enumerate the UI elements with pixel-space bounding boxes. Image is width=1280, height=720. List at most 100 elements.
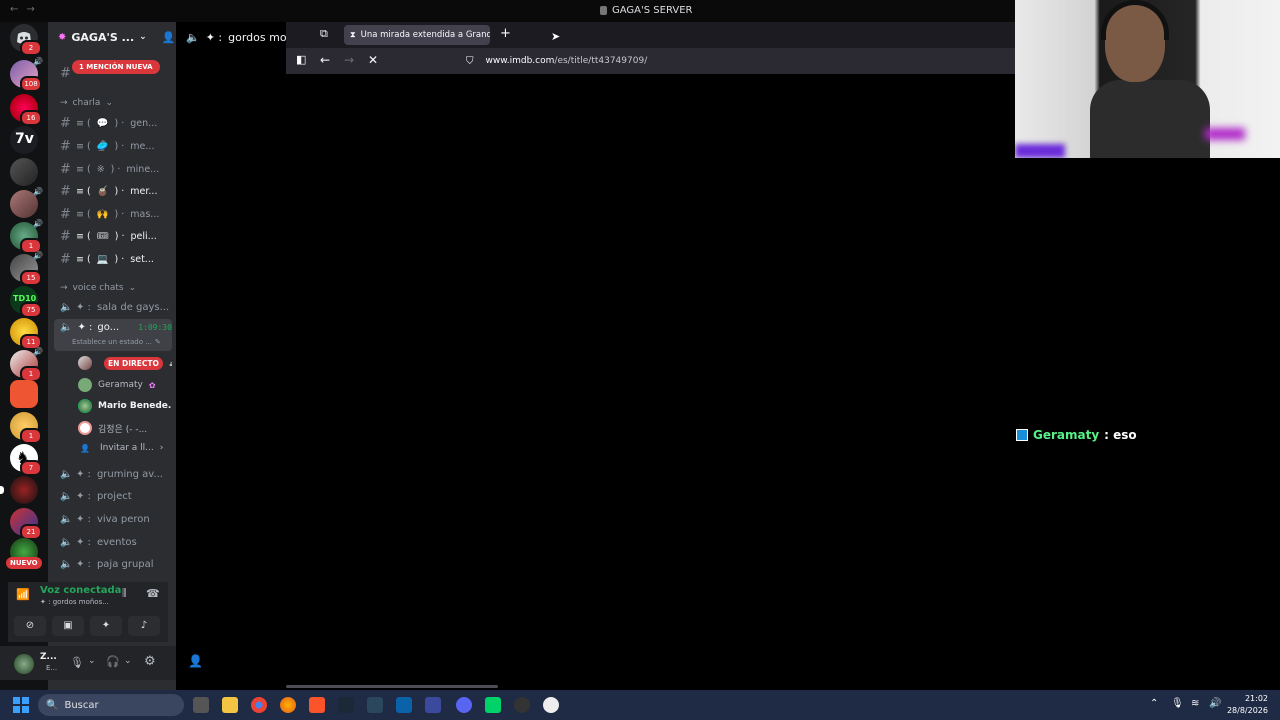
sidebar-toggle-icon[interactable]: ◧ — [296, 53, 306, 66]
server-icon[interactable]: 11 — [10, 318, 42, 350]
notification-badge: 1 — [20, 428, 42, 444]
microphone-icon[interactable]: 🎙 — [70, 656, 84, 669]
new-mention-pill[interactable]: 1 MENCIÓN NUEVA — [72, 60, 160, 74]
speaker-active-icon: 🔈 — [60, 322, 73, 333]
voice-channel-sub[interactable]: ✦ : gordos moños... — [40, 598, 109, 606]
volume-icon[interactable]: 🔊 — [1209, 698, 1221, 709]
voice-channel-sala[interactable]: 🔈 ✦ : sala de gays... — [60, 302, 170, 313]
invite-to-voice[interactable]: 👤 Invitar a ll... › — [80, 443, 174, 453]
voice-connected-panel: 📶 Voz conectada ✦ : gordos moños... ⫼ ☎ … — [8, 582, 168, 642]
chevron-icon: → — [60, 98, 68, 108]
server-icon[interactable]: 🔊 — [10, 187, 43, 218]
steam-icon[interactable] — [338, 697, 354, 713]
mouse-cursor-icon: ➤ — [551, 30, 561, 43]
channel-item-mas[interactable]: # ≡ (🙌) · mas... — [60, 207, 170, 222]
server-icon[interactable]: 21 — [10, 508, 42, 540]
tab-overview-icon[interactable]: ⧉ — [320, 27, 328, 41]
voice-member[interactable]: 김정은 (- -... — [78, 421, 172, 435]
username[interactable]: Z... — [40, 652, 57, 662]
server-icon[interactable] — [10, 158, 38, 186]
server-icon[interactable]: 7v — [10, 126, 38, 154]
voice-channel-viva-peron[interactable]: 🔈 ✦ : viva peron — [60, 514, 170, 525]
camera-off-button[interactable]: ⊘ — [14, 616, 46, 636]
server-header[interactable]: ✸ GAGA'S ... ⌄ 👤 — [48, 22, 176, 52]
screen-share-button[interactable]: ▣ — [52, 616, 84, 636]
voice-channel-eventos[interactable]: 🔈 ✦ : eventos — [60, 537, 170, 548]
server-icon[interactable]: 1 🔊 — [10, 347, 43, 382]
app-icon[interactable] — [485, 697, 501, 713]
server-icon[interactable]: TD10 75 — [10, 286, 42, 318]
noise-suppression-icon[interactable]: ⫼ — [122, 588, 127, 599]
voice-channel-project[interactable]: 🔈 ✦ : project — [60, 491, 170, 502]
hash-icon: # — [60, 229, 71, 244]
voice-member[interactable]: Mario Benede... — [78, 399, 172, 413]
voice-status[interactable]: Voz conectada — [40, 585, 121, 596]
headphones-icon[interactable]: 🎧 — [106, 655, 120, 668]
firefox-icon[interactable] — [280, 697, 296, 713]
taskbar-search[interactable]: 🔍 Buscar — [38, 694, 184, 716]
back-arrow-icon[interactable]: ← — [320, 53, 330, 67]
horizontal-scrollbar[interactable] — [286, 685, 498, 688]
forward-arrow-icon[interactable]: → — [344, 53, 354, 67]
voice-member[interactable]: Geramaty ✿ — [78, 378, 172, 392]
channel-item-peli[interactable]: # ≡ (🎟) · peli... — [60, 229, 170, 244]
voice-timer: 1:09:30 — [138, 323, 172, 332]
gear-icon[interactable]: ⚙ — [144, 654, 156, 669]
disconnect-icon[interactable]: ☎ — [146, 587, 160, 600]
server-icon[interactable]: 108 🔊 — [10, 57, 43, 92]
channel-item-mer[interactable]: # ≡ (🧉) · mer... — [60, 184, 170, 199]
server-icon[interactable] — [0, 476, 38, 504]
clock[interactable]: 21:02 28/8/2026 — [1227, 693, 1268, 717]
new-tab-icon[interactable]: + — [500, 26, 511, 41]
server-icon[interactable] — [10, 380, 38, 408]
add-user-icon[interactable]: 👤 — [188, 654, 203, 668]
chevron-down-icon[interactable]: ⌄ — [88, 656, 96, 666]
discord-home-icon[interactable]: 2 — [10, 24, 42, 56]
server-icon[interactable]: 15 🔊 — [10, 251, 43, 286]
seven-logo-icon: 7v — [15, 131, 34, 147]
server-icon[interactable]: ♞ 7 — [10, 444, 42, 476]
server-icon[interactable]: 16 — [10, 94, 42, 126]
person-body — [1090, 80, 1210, 158]
channel-item-me[interactable]: # ≡ (🥏) · me... — [60, 139, 170, 154]
soundboard-button[interactable]: ♪ — [128, 616, 160, 636]
chevron-down-icon[interactable]: ⌄ — [124, 656, 132, 666]
chrome-icon[interactable] — [251, 697, 267, 713]
voice-member[interactable]: EN DIRECTO ⏏ — [78, 356, 172, 370]
channel-item-gen[interactable]: # ≡ (💬) · gen... — [60, 116, 170, 131]
brave-icon[interactable] — [309, 697, 325, 713]
chevron-right-icon: › — [159, 443, 164, 453]
category-charla[interactable]: → charla ⌄ — [60, 98, 113, 108]
pencil-icon[interactable]: ✎ — [155, 338, 161, 346]
speaker-icon: 🔈 — [60, 469, 73, 480]
task-view-icon[interactable] — [193, 697, 209, 713]
server-icon[interactable]: 1 🔊 — [10, 219, 43, 254]
voice-channel-gruming[interactable]: 🔈 ✦ : gruming av... — [60, 469, 170, 480]
history-nav-icons[interactable]: ←→ — [10, 4, 43, 15]
app-icon[interactable] — [514, 697, 530, 713]
channel-item-set[interactable]: # ≡ (💻) · set... — [60, 252, 170, 267]
windows-start-icon[interactable] — [13, 697, 29, 713]
discord-icon[interactable] — [456, 697, 472, 713]
microphone-tray-icon[interactable]: 🎙 — [1171, 698, 1184, 709]
new-servers-pill[interactable]: NUEVO — [6, 557, 42, 569]
app-icon[interactable] — [425, 697, 441, 713]
channel-item-mine[interactable]: # ≡ (※) · mine... — [60, 162, 170, 177]
category-voice-chats[interactable]: → voice chats ⌄ — [60, 283, 136, 293]
user-avatar[interactable] — [14, 654, 34, 674]
app-icon[interactable] — [367, 697, 383, 713]
avatar — [78, 399, 92, 413]
add-member-icon[interactable]: 👤 — [162, 31, 176, 44]
chevron-up-icon[interactable]: ⌃ — [1150, 698, 1158, 709]
stop-loading-icon[interactable]: ✕ — [368, 53, 378, 67]
browser-tab[interactable]: ⧗ Una mirada extendida a Grand ✕ — [344, 25, 490, 45]
url-bar[interactable]: ⛉ www.imdb.com/es/title/tt43749709/ — [466, 52, 1006, 70]
voice-channel-paja-grupal[interactable]: 🔈 ✦ : paja grupal — [60, 559, 170, 570]
wifi-icon[interactable]: ≋ — [1191, 698, 1199, 709]
file-explorer-icon[interactable] — [222, 697, 238, 713]
server-icon[interactable]: 1 — [10, 412, 42, 444]
obs-icon[interactable] — [543, 697, 559, 713]
app-icon[interactable] — [396, 697, 412, 713]
active-voice-channel[interactable]: 🔈 ✦ : go... 1:09:30 Establece un estado .… — [54, 319, 172, 351]
activities-button[interactable]: ✦ — [90, 616, 122, 636]
